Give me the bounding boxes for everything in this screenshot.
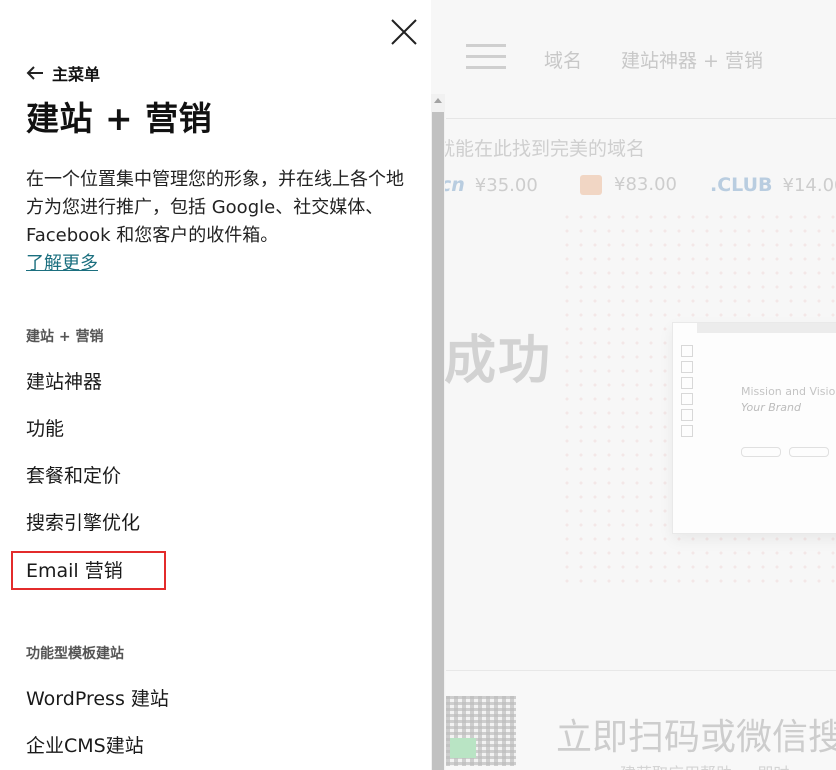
- mock-toolbar: [697, 323, 836, 333]
- learn-more-link[interactable]: 了解更多: [26, 250, 98, 278]
- bg-headline: 成功: [444, 331, 553, 391]
- mock-title: Mission and Vision: [741, 385, 836, 398]
- bg-price-ooo: ¥83.00: [580, 174, 677, 200]
- hamburger-icon: [466, 44, 506, 70]
- back-to-main-menu[interactable]: 主菜单: [26, 62, 100, 84]
- tld-ooo-logo: [580, 175, 602, 195]
- drawer-scrollbar[interactable]: [431, 94, 445, 770]
- menu-item-plans-pricing[interactable]: 套餐和定价: [26, 464, 121, 488]
- menu-item-seo[interactable]: 搜索引擎优化: [26, 511, 140, 535]
- bg-scan-text: 立即扫码或微信搜: [556, 717, 836, 758]
- menu-item-email-marketing[interactable]: Email 营销: [26, 559, 123, 583]
- price-club: ¥14.00: [782, 175, 836, 196]
- mock-sidebar: [681, 345, 693, 455]
- bg-nav-domain: 域名: [544, 50, 583, 72]
- mock-button: [741, 447, 781, 457]
- bg-nav-website-marketing: 建站神器 + 营销: [621, 50, 763, 72]
- menu-item-website-builder[interactable]: 建站神器: [26, 370, 102, 394]
- bg-price-club: .CLUB ¥14.00: [710, 174, 836, 200]
- side-drawer: 主菜单 建站 + 营销 在一个位置集中管理您的形象，并在线上各个地方为您进行推广…: [0, 0, 431, 770]
- close-button[interactable]: [388, 16, 420, 48]
- section-header-template-sites: 功能型模板建站: [26, 646, 124, 662]
- bg-website-mockup: Mission and Vision Your Brand: [672, 322, 836, 534]
- bg-price-cn: cn ¥35.00: [440, 174, 538, 200]
- menu-item-cms[interactable]: 企业CMS建站: [26, 734, 144, 758]
- qr-logo: [450, 738, 476, 758]
- mock-button: [789, 447, 829, 457]
- menu-item-wordpress[interactable]: WordPress 建站: [26, 687, 169, 711]
- bg-domain-subtitle: 就能在此找到完美的域名: [436, 138, 646, 160]
- drawer-description: 在一个位置集中管理您的形象，并在线上各个地方为您进行推广，包括 Google、社…: [26, 169, 404, 246]
- tld-club-logo: .CLUB: [710, 174, 773, 196]
- arrow-left-icon: [26, 66, 43, 80]
- close-icon: [391, 19, 417, 45]
- bg-scan-subtext: 建获取应用帮助 ... 即时: [620, 760, 789, 770]
- price-cn: ¥35.00: [474, 175, 538, 196]
- price-ooo: ¥83.00: [614, 174, 677, 195]
- drawer-title: 建站 + 营销: [26, 99, 213, 138]
- scroll-up-icon[interactable]: [431, 94, 445, 110]
- back-label: 主菜单: [52, 65, 101, 84]
- screen: 域名 建站神器 + 营销 就能在此找到完美的域名 cn ¥35.00 ¥83.00…: [0, 0, 836, 770]
- scroll-thumb[interactable]: [432, 112, 444, 770]
- menu-item-features[interactable]: 功能: [26, 417, 64, 441]
- mock-brand: Your Brand: [741, 401, 801, 414]
- section-header-website-marketing: 建站 + 营销: [26, 329, 104, 345]
